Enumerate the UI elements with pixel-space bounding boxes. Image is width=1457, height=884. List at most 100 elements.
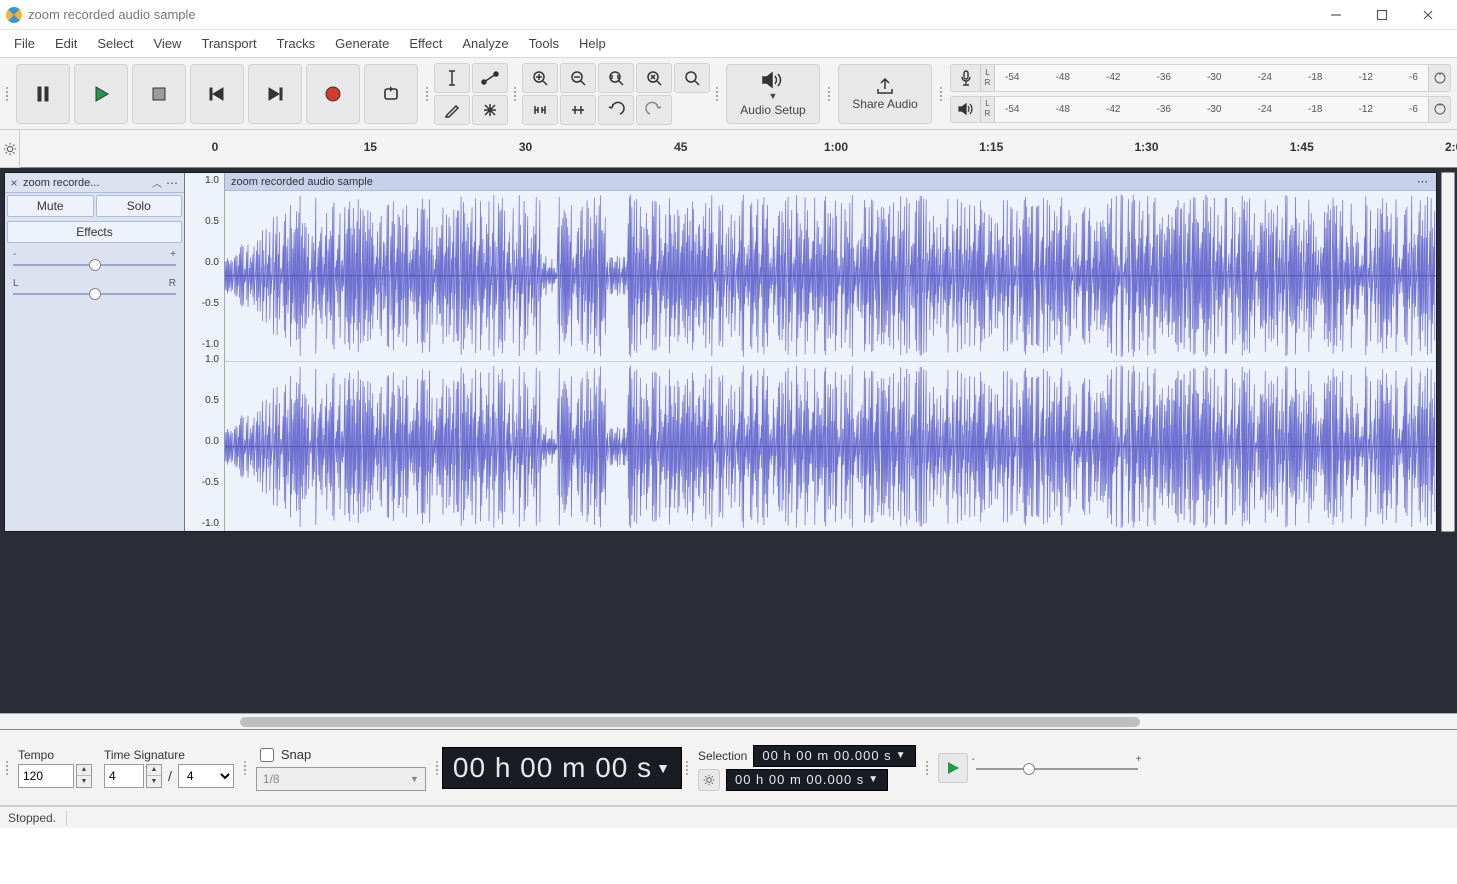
zoom-tools-group — [520, 62, 712, 125]
track-name-label[interactable]: zoom recorde... — [23, 177, 150, 189]
tempo-input[interactable] — [18, 764, 74, 788]
setup-group: ▼ Audio Setup — [722, 62, 824, 125]
timesig-num-spinner[interactable]: ▲▼ — [146, 764, 162, 788]
toolbar-gripper[interactable] — [240, 765, 250, 771]
toolbar-gripper[interactable] — [432, 765, 442, 771]
zoom-in-icon[interactable] — [522, 63, 558, 93]
meter-end-icon — [1428, 65, 1450, 91]
menu-item-generate[interactable]: Generate — [325, 32, 399, 55]
envelope-tool-icon[interactable] — [472, 63, 508, 93]
toolbar-gripper[interactable] — [712, 62, 722, 125]
clip-header[interactable]: zoom recorded audio sample ⋯ — [225, 173, 1436, 191]
mute-button[interactable]: Mute — [7, 195, 94, 217]
chevron-down-icon: ▼ — [656, 760, 671, 776]
solo-button[interactable]: Solo — [96, 195, 183, 217]
upload-icon — [875, 77, 895, 95]
vertical-scrollbar[interactable] — [1441, 172, 1455, 532]
share-audio-button[interactable]: Share Audio — [838, 64, 932, 124]
waveform-area[interactable]: zoom recorded audio sample ⋯ — [225, 173, 1436, 531]
app-icon — [6, 7, 22, 23]
meter-end-icon — [1428, 97, 1450, 123]
toolbar-gripper[interactable] — [936, 62, 946, 125]
menu-item-help[interactable]: Help — [569, 32, 616, 55]
snap-field: Snap 1/8 ▼ — [250, 745, 432, 791]
menu-item-view[interactable]: View — [144, 32, 192, 55]
record-button[interactable] — [306, 64, 360, 124]
timeline-ruler[interactable]: 01530451:001:151:301:452:00 — [20, 130, 1457, 168]
toolbar-gripper[interactable] — [682, 765, 692, 771]
stop-button[interactable] — [132, 64, 186, 124]
menu-item-edit[interactable]: Edit — [45, 32, 87, 55]
undo-icon[interactable] — [598, 95, 634, 125]
silence-selection-icon[interactable] — [560, 95, 596, 125]
mic-icon — [951, 65, 981, 91]
redo-icon[interactable] — [636, 95, 672, 125]
timesig-denominator-select[interactable]: 4 — [178, 764, 234, 788]
effects-button[interactable]: Effects — [7, 221, 182, 243]
playback-meter[interactable]: LR -54-48-42-36-30-24-18-12-6 — [950, 96, 1451, 124]
menu-item-select[interactable]: Select — [87, 32, 143, 55]
clip-menu-button[interactable]: ⋯ — [1417, 175, 1430, 188]
snap-resolution-select[interactable]: 1/8 ▼ — [256, 767, 426, 791]
menu-item-tools[interactable]: Tools — [519, 32, 569, 55]
chevron-down-icon: ▼ — [410, 774, 419, 784]
toolbar-gripper[interactable] — [2, 765, 12, 771]
toolbar-gripper[interactable] — [824, 62, 834, 125]
menu-item-analyze[interactable]: Analyze — [452, 32, 518, 55]
toolbar-gripper[interactable] — [510, 62, 520, 125]
selection-tool-icon[interactable] — [434, 63, 470, 93]
tempo-spinner[interactable]: ▲▼ — [76, 764, 92, 788]
bottom-toolbar: Tempo ▲▼ Time Signature ▲▼ / 4 Snap 1/8 … — [0, 730, 1457, 806]
time-position-display[interactable]: 00 h 00 m 00 s▼ — [442, 747, 682, 789]
window-controls — [1313, 0, 1451, 30]
track-close-button[interactable]: × — [7, 176, 21, 190]
selection-field: Selection 00 h 00 m 00.000 s▼ 00 h 00 m … — [692, 745, 922, 791]
selection-end-display[interactable]: 00 h 00 m 00.000 s▼ — [726, 769, 888, 791]
track-collapse-icon[interactable]: ︿ — [152, 175, 164, 190]
zoom-out-icon[interactable] — [560, 63, 596, 93]
play-button[interactable] — [74, 64, 128, 124]
horizontal-scrollbar[interactable] — [0, 713, 1457, 729]
share-audio-label: Share Audio — [852, 97, 917, 111]
timesig-label: Time Signature — [104, 748, 234, 762]
timeline-options-button[interactable] — [0, 130, 20, 168]
toolbar-gripper[interactable] — [922, 765, 932, 771]
menu-item-file[interactable]: File — [4, 32, 45, 55]
zoom-toggle-icon[interactable] — [674, 63, 710, 93]
gain-slider[interactable]: -+ — [5, 245, 184, 274]
play-at-speed-button[interactable] — [938, 753, 968, 783]
slash-label: / — [164, 768, 176, 784]
toolbar-gripper[interactable] — [422, 62, 432, 125]
audio-setup-button[interactable]: ▼ Audio Setup — [726, 64, 820, 124]
timesig-numerator-input[interactable] — [104, 764, 144, 788]
skip-start-button[interactable] — [190, 64, 244, 124]
snap-checkbox[interactable] — [260, 748, 274, 762]
menu-item-transport[interactable]: Transport — [191, 32, 266, 55]
trim-outside-icon[interactable] — [522, 95, 558, 125]
fit-project-icon[interactable] — [636, 63, 672, 93]
pause-button[interactable] — [16, 64, 70, 124]
menu-item-tracks[interactable]: Tracks — [267, 32, 326, 55]
draw-tool-icon[interactable] — [434, 95, 470, 125]
multi-tool-icon[interactable] — [472, 95, 508, 125]
selection-start-display[interactable]: 00 h 00 m 00.000 s▼ — [753, 745, 915, 767]
clip-title-label: zoom recorded audio sample — [231, 176, 373, 188]
minimize-button[interactable] — [1313, 0, 1359, 30]
close-button[interactable] — [1405, 0, 1451, 30]
toolbar-gripper[interactable] — [2, 62, 12, 125]
waveform-channel-left[interactable] — [225, 191, 1436, 361]
gear-icon — [703, 774, 715, 786]
menu-item-effect[interactable]: Effect — [399, 32, 452, 55]
audio-setup-label: Audio Setup — [740, 103, 805, 117]
waveform-channel-right[interactable] — [225, 361, 1436, 532]
track-menu-button[interactable]: ⋯ — [166, 176, 182, 190]
maximize-button[interactable] — [1359, 0, 1405, 30]
skip-end-button[interactable] — [248, 64, 302, 124]
status-text: Stopped. — [8, 811, 56, 825]
pan-slider[interactable]: LR — [5, 274, 184, 303]
selection-options-button[interactable] — [698, 769, 720, 791]
recording-meter[interactable]: LR -54-48-42-36-30-24-18-12-6 — [950, 64, 1451, 92]
fit-selection-icon[interactable] — [598, 63, 634, 93]
loop-button[interactable] — [364, 64, 418, 124]
playback-speed-slider[interactable]: -+ — [972, 758, 1142, 778]
